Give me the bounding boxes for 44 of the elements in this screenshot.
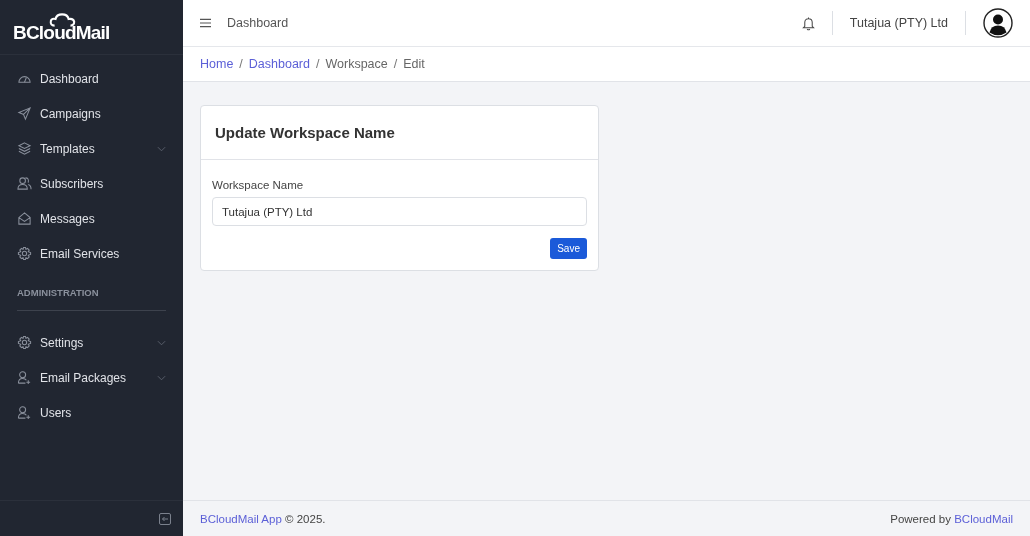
- chevron-down-icon: [157, 374, 166, 381]
- breadcrumb-item: Edit: [403, 57, 425, 71]
- avatar-icon[interactable]: [983, 8, 1013, 38]
- layers-icon: [17, 141, 32, 156]
- nav-item[interactable]: Templates: [0, 131, 183, 166]
- field-label: Workspace Name: [212, 179, 305, 191]
- powered-by-text: Powered by: [890, 512, 951, 525]
- user-plus-icon: [17, 370, 32, 385]
- chevron-down-icon: [157, 145, 166, 152]
- settings-icon: [17, 246, 32, 261]
- breadcrumb-separator: /: [239, 57, 243, 71]
- nav-item[interactable]: Settings: [0, 325, 183, 360]
- app-link[interactable]: BCloudMail App: [200, 512, 282, 525]
- nav-item[interactable]: Subscribers: [0, 166, 183, 201]
- account-name[interactable]: Tutajua (PTY) Ltd: [849, 16, 948, 30]
- logo[interactable]: BCloudMail: [13, 10, 110, 44]
- powered-by-link[interactable]: BCloudMail: [954, 512, 1013, 525]
- page-title: Dashboard: [227, 16, 289, 30]
- collapse-sidebar-icon[interactable]: [159, 512, 171, 525]
- nav-item[interactable]: Email Services: [0, 236, 183, 271]
- chevron-down-icon: [157, 339, 166, 346]
- nav-item[interactable]: Dashboard: [0, 61, 183, 96]
- nav-item[interactable]: Messages: [0, 201, 183, 236]
- bell-icon[interactable]: [801, 15, 815, 31]
- envelope-icon: [17, 211, 32, 226]
- breadcrumb-link[interactable]: Home: [200, 57, 234, 71]
- breadcrumb-item: Workspace: [325, 57, 388, 71]
- input-field[interactable]: Tutajua (PTY) Ltd: [212, 197, 587, 226]
- save-button[interactable]: Save: [550, 238, 587, 259]
- breadcrumb-separator: /: [316, 57, 320, 71]
- paper-plane-icon: [17, 106, 32, 121]
- cloud-icon: [49, 12, 77, 27]
- nav-item[interactable]: Users: [0, 395, 183, 430]
- card-title: Update Workspace Name: [201, 106, 598, 160]
- nav-item[interactable]: Campaigns: [0, 96, 183, 131]
- nav-item[interactable]: Email Packages: [0, 360, 183, 395]
- menu-icon[interactable]: [200, 18, 211, 28]
- breadcrumb-link[interactable]: Dashboard: [248, 57, 310, 71]
- user-plus-icon: [17, 405, 32, 420]
- breadcrumb-separator: /: [393, 57, 398, 71]
- settings-icon: [17, 335, 32, 350]
- people-icon: [17, 176, 32, 191]
- section-title: ADMINISTRATION: [17, 287, 99, 298]
- copyright-text: © 2025.: [285, 512, 326, 525]
